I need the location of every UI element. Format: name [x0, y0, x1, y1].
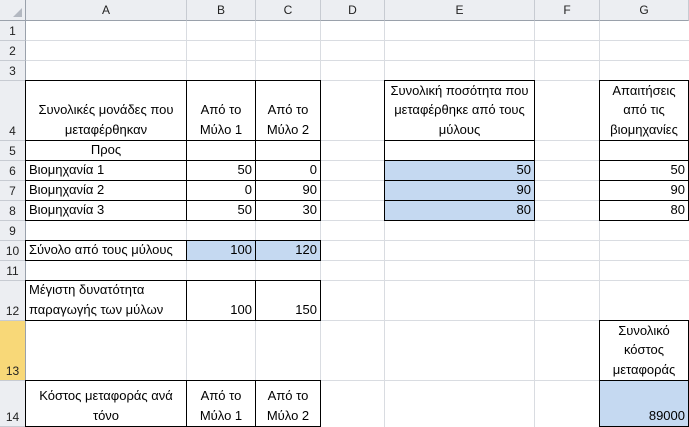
- row-header-9[interactable]: 9: [0, 221, 26, 241]
- cell-c4[interactable]: Από το Μύλο 2: [255, 80, 321, 141]
- cell-g13[interactable]: Συνολικό κόστος μεταφοράς: [599, 320, 689, 381]
- cell-a6[interactable]: Βιομηχανία 1: [25, 160, 187, 181]
- column-header-e[interactable]: E: [385, 0, 535, 21]
- row-header-12[interactable]: 12: [0, 281, 26, 321]
- row-header-4[interactable]: 4: [0, 81, 26, 141]
- cell-b6[interactable]: 50: [186, 160, 256, 181]
- gridline-horizontal: [26, 40, 689, 41]
- row-header-11[interactable]: 11: [0, 261, 26, 281]
- cell-c8[interactable]: 30: [255, 200, 321, 221]
- cell-b14[interactable]: Από το Μύλο 1: [186, 380, 256, 427]
- cell-b10[interactable]: 100: [186, 240, 256, 261]
- cell-b8[interactable]: 50: [186, 200, 256, 221]
- column-header-b[interactable]: B: [187, 0, 256, 21]
- cell-g4[interactable]: Απαιτήσεις από τις βιομηχανίες: [599, 80, 689, 141]
- cell-e4[interactable]: Συνολική ποσότητα που μεταφέρθηκε από το…: [384, 80, 535, 141]
- column-header-a[interactable]: A: [26, 0, 187, 21]
- select-all-corner[interactable]: [0, 0, 26, 21]
- cell-e6[interactable]: 50: [384, 160, 535, 181]
- cell-b5[interactable]: [186, 140, 256, 161]
- cell-g7[interactable]: 90: [599, 180, 689, 201]
- row-header-13[interactable]: 13: [0, 321, 26, 381]
- cell-g6[interactable]: 50: [599, 160, 689, 181]
- row-header-8[interactable]: 8: [0, 201, 26, 221]
- column-header-c[interactable]: C: [256, 0, 321, 21]
- spreadsheet-grid[interactable]: ABCDEFG 1 2 3 4 5 6 7 8 9 10 11 12 13 14 Συνολικές μο…: [0, 0, 689, 427]
- cell-c12[interactable]: 150: [255, 280, 321, 321]
- cell-c10[interactable]: 120: [255, 240, 321, 261]
- column-header-f[interactable]: F: [535, 0, 600, 21]
- cell-e8[interactable]: 80: [384, 200, 535, 221]
- cell-a5[interactable]: Προς: [25, 140, 187, 161]
- cell-e5[interactable]: [384, 140, 535, 161]
- cell-c5[interactable]: [255, 140, 321, 161]
- cell-a10[interactable]: Σύνολο από τους μύλους: [25, 240, 187, 261]
- cell-g14[interactable]: 89000: [599, 380, 689, 427]
- row-header-7[interactable]: 7: [0, 181, 26, 201]
- cell-c7[interactable]: 90: [255, 180, 321, 201]
- cell-b7[interactable]: 0: [186, 180, 256, 201]
- column-header-d[interactable]: D: [321, 0, 385, 21]
- row-header-6[interactable]: 6: [0, 161, 26, 181]
- row-header-1[interactable]: 1: [0, 21, 26, 41]
- cell-c6[interactable]: 0: [255, 160, 321, 181]
- row-header-5[interactable]: 5: [0, 141, 26, 161]
- row-header-3[interactable]: 3: [0, 61, 26, 81]
- cell-a14[interactable]: Κόστος μεταφοράς ανά τόνο: [25, 380, 187, 427]
- row-header-2[interactable]: 2: [0, 41, 26, 61]
- cell-g8[interactable]: 80: [599, 200, 689, 221]
- cell-g5[interactable]: [599, 140, 689, 161]
- cell-a8[interactable]: Βιομηχανία 3: [25, 200, 187, 221]
- row-header-14[interactable]: 14: [0, 381, 26, 427]
- cell-a7[interactable]: Βιομηχανία 2: [25, 180, 187, 201]
- gridline-horizontal: [26, 60, 689, 61]
- cell-a12[interactable]: Μέγιστη δυνατότητα παραγωγής των μύλων: [25, 280, 187, 321]
- column-header-g[interactable]: G: [600, 0, 689, 21]
- cell-a4[interactable]: Συνολικές μονάδες που μεταφέρθηκαν: [25, 80, 187, 141]
- cell-e7[interactable]: 90: [384, 180, 535, 201]
- cell-b12[interactable]: 100: [186, 280, 256, 321]
- cell-b4[interactable]: Από το Μύλο 1: [186, 80, 256, 141]
- cell-c14[interactable]: Από το Μύλο 2: [255, 380, 321, 427]
- row-header-10[interactable]: 10: [0, 241, 26, 261]
